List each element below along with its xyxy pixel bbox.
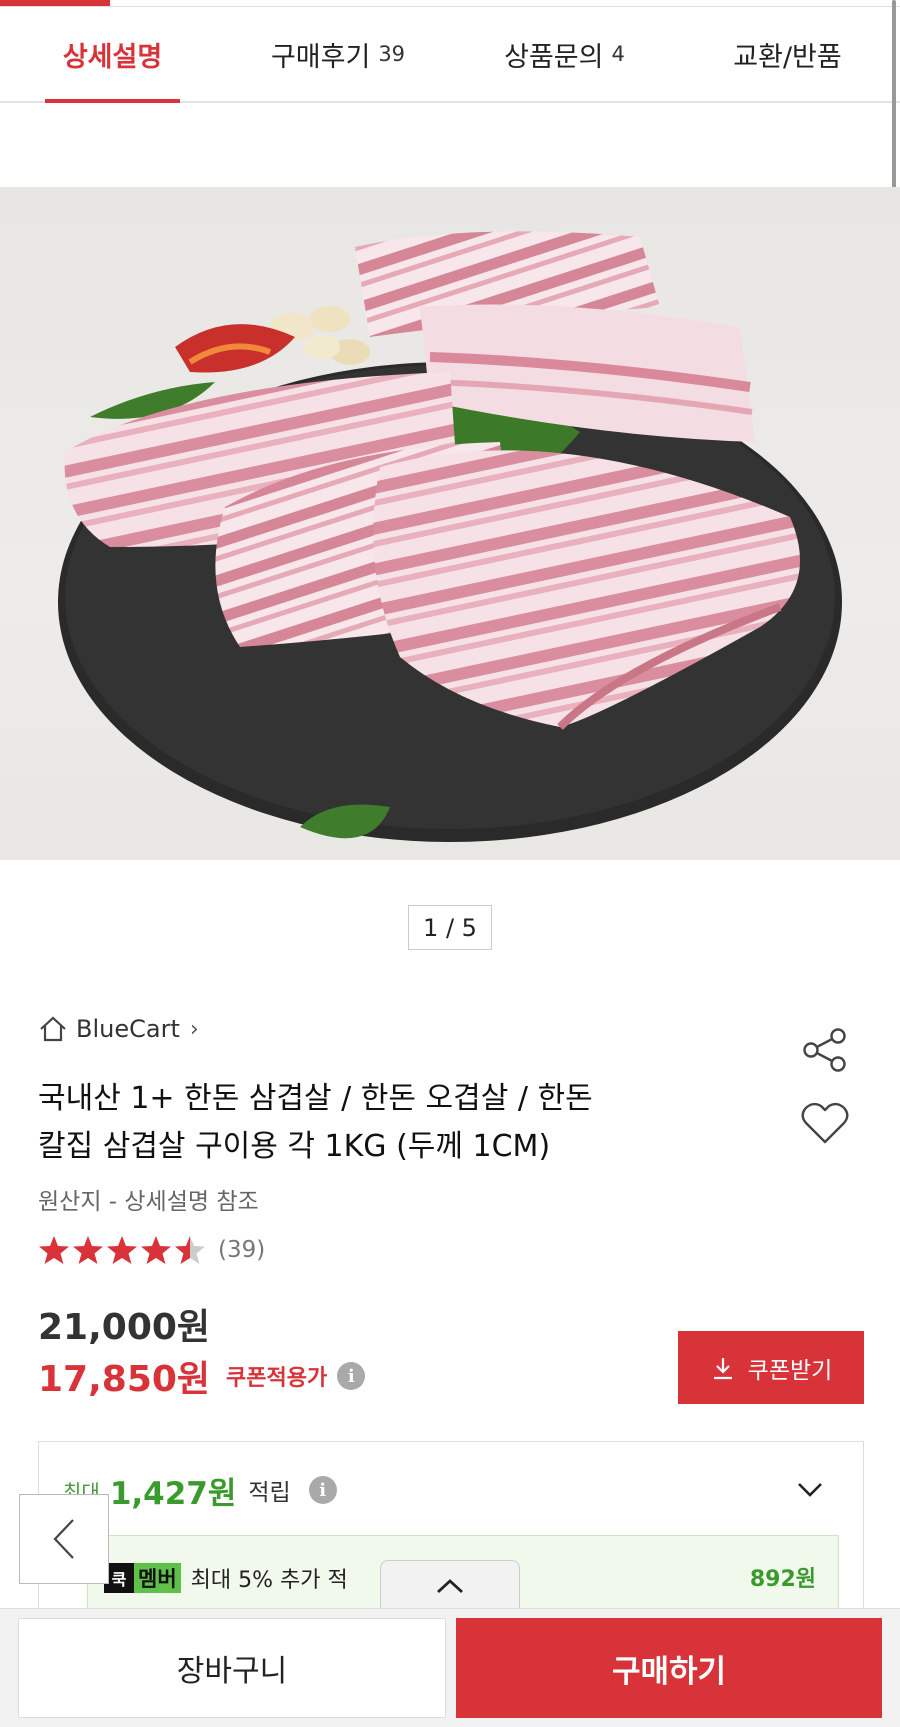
tab-description[interactable]: 상세설명 <box>45 7 180 103</box>
product-image[interactable] <box>0 187 900 860</box>
download-icon <box>713 1357 732 1379</box>
rating-stars <box>38 1234 208 1266</box>
chevron-up-icon <box>437 1578 463 1593</box>
star-icon <box>73 1236 103 1264</box>
star-icon <box>141 1236 171 1264</box>
image-pager: 1 / 5 <box>408 905 492 950</box>
home-icon <box>40 1016 66 1042</box>
reward-suffix: 적립 <box>248 1480 291 1506</box>
chevron-down-icon[interactable] <box>795 1474 825 1504</box>
tab-description-label: 상세설명 <box>62 41 163 73</box>
tab-exchange-return-label: 교환/반품 <box>733 41 842 73</box>
sale-price-row: 17,850원 쿠폰적용가 i <box>38 1352 366 1400</box>
pork-belly-photo <box>58 231 842 842</box>
star-icon <box>107 1236 137 1264</box>
back-button[interactable] <box>19 1494 109 1584</box>
chevron-left-icon <box>53 1519 74 1559</box>
tab-exchange-return[interactable]: 교환/반품 <box>720 7 855 101</box>
review-count: (39) <box>218 1237 266 1263</box>
original-price: 21,000원 <box>38 1307 211 1348</box>
info-icon[interactable]: i <box>337 1362 366 1390</box>
member-reward-text: 최대 5% 추가 적 <box>190 1568 348 1593</box>
reward-amount: 1,427원 <box>109 1475 237 1512</box>
product-title: 국내산 1+ 한돈 삼겹살 / 한돈 오겹살 / 한돈 칼집 삼겹살 구이용 각… <box>38 1075 718 1171</box>
coupon-download-button[interactable]: 쿠폰받기 <box>678 1331 864 1404</box>
info-icon[interactable]: i <box>308 1476 337 1504</box>
tab-reviews-label: 구매후기 <box>270 41 371 73</box>
coupon-price-note: 쿠폰적용가 <box>226 1366 328 1391</box>
store-link[interactable]: BlueCart › <box>38 1012 199 1046</box>
product-title-line1: 국내산 1+ 한돈 삼겹살 / 한돈 오겹살 / 한돈 <box>38 1081 593 1116</box>
expand-tab[interactable] <box>380 1560 520 1610</box>
store-name: BlueCart <box>76 1015 180 1043</box>
member-reward-amount: 892원 <box>749 1567 816 1592</box>
chevron-right-icon: › <box>189 1016 199 1042</box>
member-reward-row: 쿡 멤버 최대 5% 추가 적 <box>104 1561 348 1595</box>
add-to-cart-button[interactable]: 장바구니 <box>18 1618 446 1718</box>
share-icon[interactable] <box>800 1025 850 1075</box>
buy-now-button[interactable]: 구매하기 <box>456 1618 882 1718</box>
member-badge: 멤버 <box>134 1563 181 1593</box>
tab-reviews[interactable]: 구매후기 39 <box>258 7 418 101</box>
rating[interactable]: (39) <box>38 1232 265 1268</box>
star-icon <box>39 1236 69 1264</box>
tab-inquiries-label: 상품문의 <box>504 41 604 73</box>
detail-tabs: 상세설명 구매후기 39 상품문의 4 교환/반품 <box>0 7 900 103</box>
tab-reviews-count: 39 <box>378 42 406 66</box>
star-half-icon <box>175 1236 205 1264</box>
sale-price: 17,850원 <box>38 1359 211 1400</box>
tab-inquiries[interactable]: 상품문의 4 <box>492 7 637 101</box>
bottom-action-bar: 장바구니 구매하기 <box>0 1608 900 1727</box>
tab-inquiries-count: 4 <box>611 42 625 66</box>
origin-info: 원산지 - 상세설명 참조 <box>38 1189 259 1215</box>
coupon-button-label: 쿠폰받기 <box>747 1357 833 1384</box>
heart-icon[interactable] <box>800 1100 850 1146</box>
product-title-line2: 칼집 삼겹살 구이용 각 1KG (두께 1CM) <box>38 1129 551 1164</box>
